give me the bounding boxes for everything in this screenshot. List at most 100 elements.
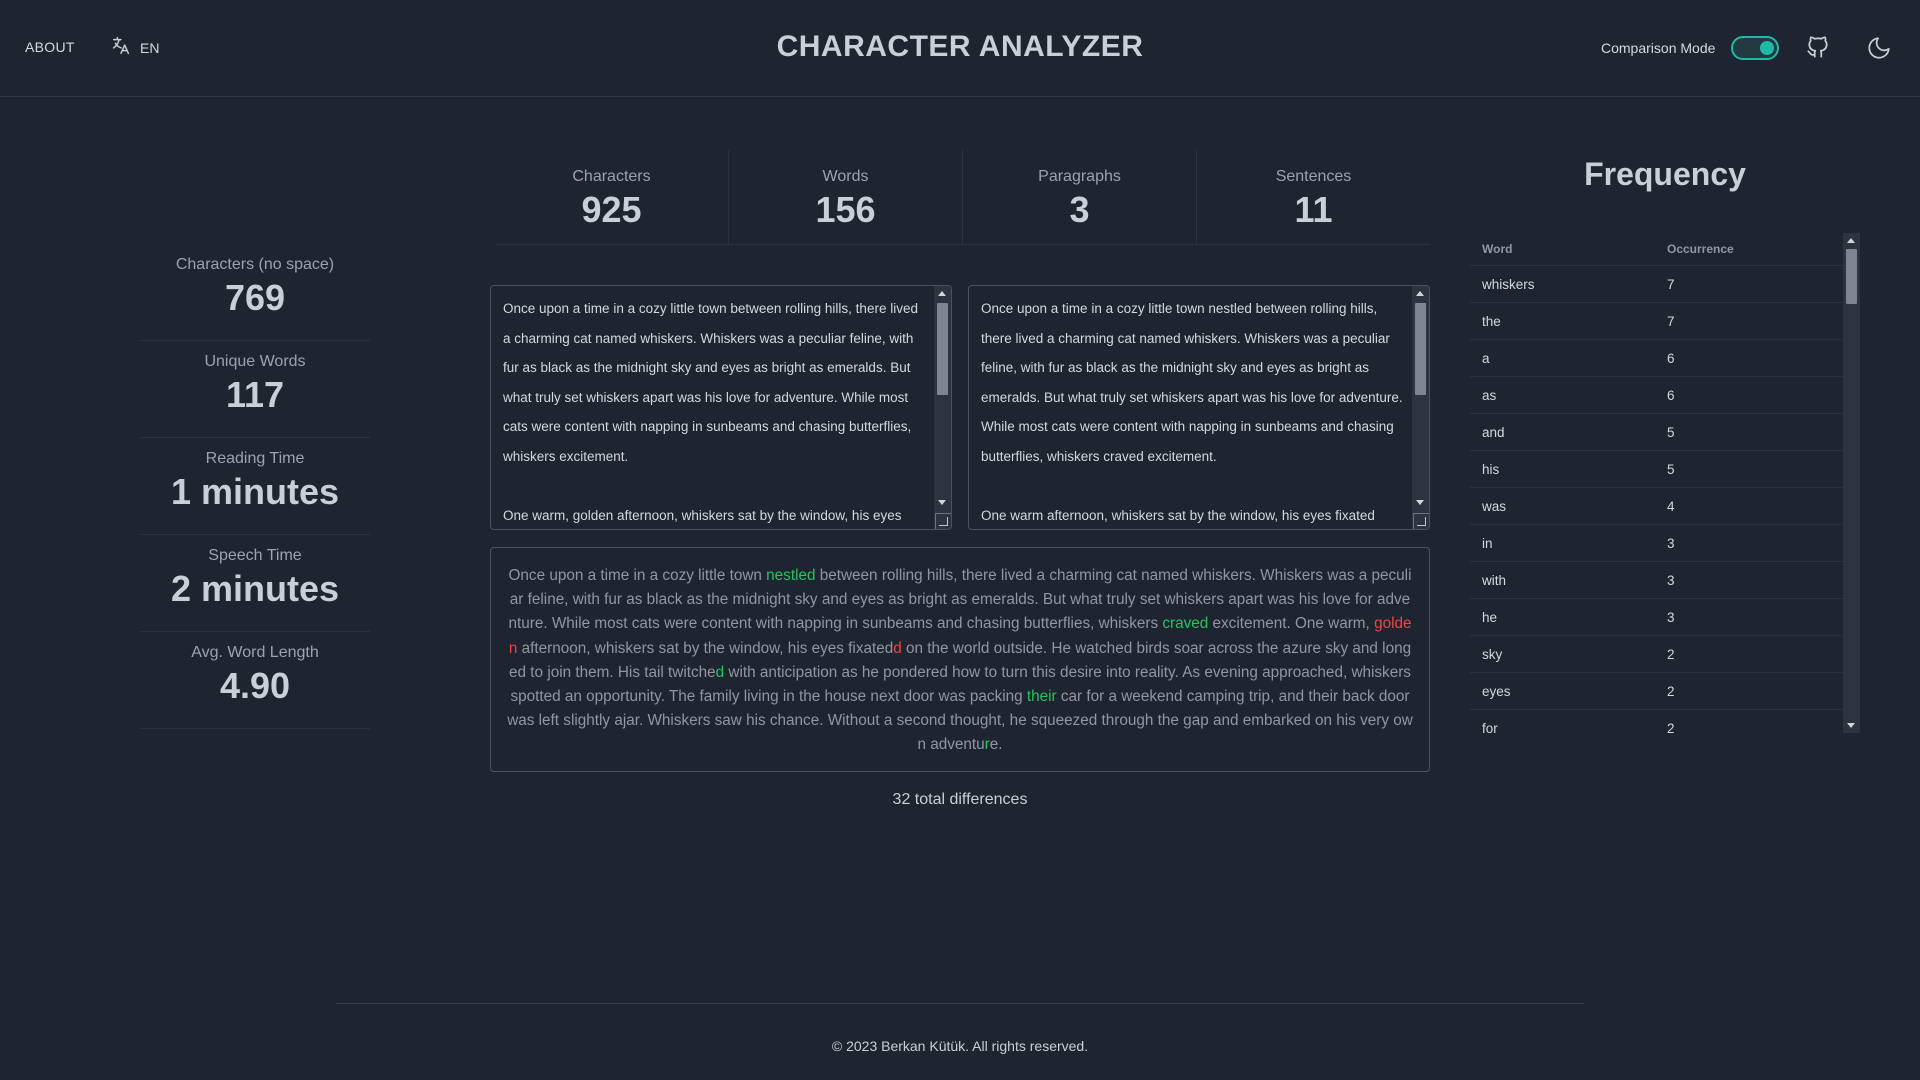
text-paragraph: One warm afternoon, whiskers sat by the …: [981, 507, 1375, 523]
word-cell: he: [1482, 609, 1498, 625]
stat-label: Characters (no space): [175, 256, 335, 273]
stat-value: 1 minutes: [170, 471, 340, 512]
stat-value: 156: [815, 189, 876, 230]
word-cell: as: [1482, 387, 1497, 403]
occurrence-cell: 5: [1667, 461, 1675, 477]
frequency-table: Word Occurrence whiskers 7 the 7 a 6 as 6 and 5 hi…: [1470, 233, 1860, 733]
stat-label: Paragraphs: [1038, 168, 1121, 185]
app-header: ABOUT EN CHARACTER ANALYZER Comparison M…: [0, 0, 1920, 97]
occurrence-cell: 2: [1667, 683, 1675, 699]
modified-text-content[interactable]: Once upon a time in a cozy little town n…: [981, 294, 1406, 529]
diff-view: Once upon a time in a cozy little town n…: [490, 547, 1430, 772]
diff-segment: Once upon a time in a cozy little town: [508, 567, 767, 584]
original-text-content[interactable]: Once upon a time in a cozy little town b…: [503, 294, 928, 529]
modified-text-area[interactable]: Once upon a time in a cozy little town n…: [968, 285, 1430, 530]
text-scrollbar[interactable]: [934, 286, 951, 529]
stat-label: Avg. Word Length: [191, 644, 319, 661]
scroll-thumb[interactable]: [1846, 249, 1857, 304]
resize-handle-icon[interactable]: [1413, 513, 1429, 529]
word-cell: and: [1482, 424, 1505, 440]
resize-handle-icon[interactable]: [935, 513, 951, 529]
side-stats: Characters (no space) 769 Unique Words 1…: [140, 244, 370, 729]
occurrence-cell: 6: [1667, 387, 1675, 403]
top-stats: Characters 925 Words 156 Paragraphs 3 Se…: [495, 150, 1430, 245]
scroll-down-icon[interactable]: [1416, 500, 1424, 505]
scroll-down-icon[interactable]: [938, 500, 946, 505]
scroll-up-icon[interactable]: [938, 291, 946, 296]
diff-segment: afternoon, whiskers sat by the window, h…: [517, 639, 894, 657]
occurrence-cell: 3: [1667, 535, 1675, 551]
stat-value: 3: [1069, 189, 1090, 230]
stat-words: Words 156: [729, 150, 963, 244]
diff-segment: excitement. One warm,: [1208, 615, 1375, 633]
diff-count: 32 total differences: [892, 791, 1028, 808]
word-cell: a: [1482, 350, 1490, 366]
table-row: in 3: [1470, 525, 1860, 562]
word-cell: with: [1482, 572, 1507, 588]
column-header-word[interactable]: Word: [1470, 242, 1667, 256]
word-cell: eyes: [1482, 683, 1511, 699]
word-cell: whiskers: [1482, 276, 1535, 292]
word-cell: in: [1482, 535, 1493, 551]
occurrence-cell: 7: [1667, 276, 1675, 292]
toggle-knob: [1760, 41, 1774, 55]
occurrence-cell: 7: [1667, 313, 1675, 329]
scroll-down-icon[interactable]: [1847, 723, 1855, 728]
table-row: the 7: [1470, 303, 1860, 340]
table-row: his 5: [1470, 451, 1860, 488]
text-paragraph: Once upon a time in a cozy little town b…: [503, 301, 918, 464]
table-row: sky 2: [1470, 636, 1860, 673]
stat-value: 4.90: [219, 665, 291, 706]
text-scrollbar[interactable]: [1412, 286, 1429, 529]
diff-added: d: [715, 663, 725, 681]
diff-removed: d: [893, 639, 902, 657]
scroll-up-icon[interactable]: [1847, 238, 1855, 243]
table-row: he 3: [1470, 599, 1860, 636]
scroll-up-icon[interactable]: [1416, 291, 1424, 296]
occurrence-cell: 2: [1667, 646, 1675, 662]
diff-added: nestled: [766, 567, 816, 584]
footer-divider: [336, 1003, 1584, 1004]
moon-icon[interactable]: [1866, 35, 1892, 61]
scroll-thumb[interactable]: [1415, 303, 1426, 395]
scroll-thumb[interactable]: [937, 303, 948, 395]
occurrence-cell: 3: [1667, 609, 1675, 625]
table-row: whiskers 7: [1470, 266, 1860, 303]
stat-unique-words: Unique Words 117: [140, 341, 370, 438]
stat-label: Characters: [572, 168, 651, 185]
occurrence-cell: 6: [1667, 350, 1675, 366]
stat-characters: Characters 925: [495, 150, 729, 244]
github-icon[interactable]: [1805, 34, 1831, 60]
stat-label: Speech Time: [208, 547, 302, 564]
stat-sentences: Sentences 11: [1197, 150, 1430, 244]
stat-reading-time: Reading Time 1 minutes: [140, 438, 370, 535]
stat-label: Reading Time: [205, 450, 305, 467]
table-row: as 6: [1470, 377, 1860, 414]
frequency-scrollbar[interactable]: [1843, 233, 1860, 733]
table-row: with 3: [1470, 562, 1860, 599]
table-row: eyes 2: [1470, 673, 1860, 710]
column-header-occurrence[interactable]: Occurrence: [1667, 242, 1837, 256]
table-body: whiskers 7 the 7 a 6 as 6 and 5 his 5 was 4 in 3 with 3 he…: [1470, 266, 1860, 733]
word-cell: the: [1482, 313, 1501, 329]
comparison-mode-toggle[interactable]: [1731, 36, 1779, 60]
stat-label: Words: [822, 168, 869, 185]
frequency-title: Frequency: [1584, 156, 1746, 192]
occurrence-cell: 5: [1667, 424, 1675, 440]
word-cell: for: [1482, 720, 1498, 734]
stat-value: 2 minutes: [170, 568, 340, 609]
stat-label: Sentences: [1275, 168, 1352, 185]
diff-added: their: [1026, 688, 1057, 706]
diff-segment: e.: [989, 736, 1003, 754]
word-cell: was: [1482, 498, 1507, 514]
original-text-area[interactable]: Once upon a time in a cozy little town b…: [490, 285, 952, 530]
stat-value: 769: [224, 277, 286, 318]
occurrence-cell: 2: [1667, 720, 1675, 734]
stat-value: 925: [581, 189, 642, 230]
stat-label: Unique Words: [204, 353, 306, 370]
text-paragraph: Once upon a time in a cozy little town n…: [981, 301, 1403, 464]
diff-text: Once upon a time in a cozy little town n…: [507, 564, 1413, 758]
table-row: a6: [1470, 340, 1860, 377]
table-row: for 2: [1470, 710, 1860, 734]
word-cell: sky: [1482, 646, 1503, 662]
